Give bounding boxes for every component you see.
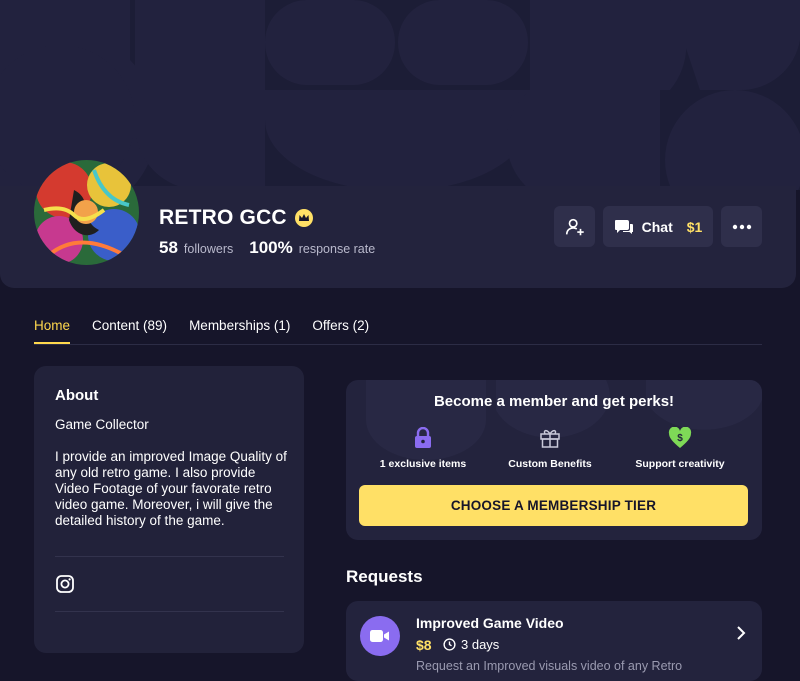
tab-content[interactable]: Content (89) — [92, 318, 167, 344]
request-title: Improved Game Video — [416, 615, 564, 631]
instagram-icon[interactable] — [55, 574, 75, 599]
perk-item: 1 exclusive items — [353, 426, 493, 470]
about-card: About Game Collector I provide an improv… — [34, 366, 304, 653]
requests-title: Requests — [346, 567, 423, 586]
followers-count: 58 — [159, 238, 178, 257]
gift-icon — [540, 429, 560, 448]
chat-price: $1 — [686, 218, 703, 235]
perk-label: Support creativity — [635, 458, 725, 470]
perk-item: $ Support creativity — [610, 426, 750, 470]
followers-label: followers — [183, 242, 234, 256]
membership-title: Become a member and get perks! — [433, 393, 675, 410]
response-rate: 100% — [249, 238, 293, 257]
request-duration: 3 days — [443, 637, 499, 652]
about-subtitle: Game Collector — [55, 417, 149, 432]
cover-banner — [0, 0, 800, 190]
tab-memberships[interactable]: Memberships (1) — [189, 318, 290, 344]
video-camera-icon — [360, 616, 400, 656]
tabs-divider — [34, 344, 762, 345]
profile-name: RETRO GCC — [159, 206, 287, 229]
request-description: Request an Improved visuals video of any… — [416, 659, 683, 673]
about-divider-bottom — [55, 611, 284, 612]
chat-label: Chat — [641, 218, 673, 235]
request-duration-text: 3 days — [461, 637, 500, 652]
banner-pattern — [0, 0, 800, 190]
tab-home[interactable]: Home — [34, 318, 71, 344]
choose-membership-button[interactable]: CHOOSE A MEMBERSHIP TIER — [359, 485, 748, 526]
tab-offers[interactable]: Offers (2) — [312, 318, 369, 344]
profile-tabs: Home Content (89) Memberships (1) Offers… — [34, 318, 391, 344]
follow-button[interactable] — [554, 206, 595, 247]
profile-name-row: RETRO GCC — [159, 206, 313, 230]
response-rate-label: response rate — [298, 242, 376, 256]
perk-item: Custom Benefits — [480, 426, 620, 470]
membership-card: Become a member and get perks! 1 exclusi… — [346, 380, 762, 540]
about-divider — [55, 556, 284, 557]
lock-icon — [415, 427, 431, 448]
more-options-button[interactable] — [721, 206, 762, 247]
request-price: $8 — [416, 637, 432, 653]
about-description: I provide an improved Image Quality of a… — [55, 449, 287, 528]
chat-bubble-icon — [614, 219, 633, 234]
svg-text:$: $ — [677, 433, 683, 444]
profile-stats: 58 followers 100% response rate — [159, 238, 385, 258]
add-user-icon — [565, 218, 584, 235]
request-card[interactable]: Improved Game Video $8 3 days Request an… — [346, 601, 762, 681]
more-dots-icon — [732, 224, 751, 229]
perk-label: Custom Benefits — [508, 458, 592, 470]
chevron-right-icon — [736, 626, 746, 645]
heart-dollar-icon: $ — [668, 427, 692, 448]
about-title: About — [55, 387, 99, 404]
clock-icon — [443, 638, 456, 651]
avatar[interactable] — [34, 160, 139, 265]
perk-label: 1 exclusive items — [379, 458, 467, 470]
chat-button[interactable]: Chat $1 — [603, 206, 713, 247]
crown-badge-icon — [294, 209, 313, 227]
